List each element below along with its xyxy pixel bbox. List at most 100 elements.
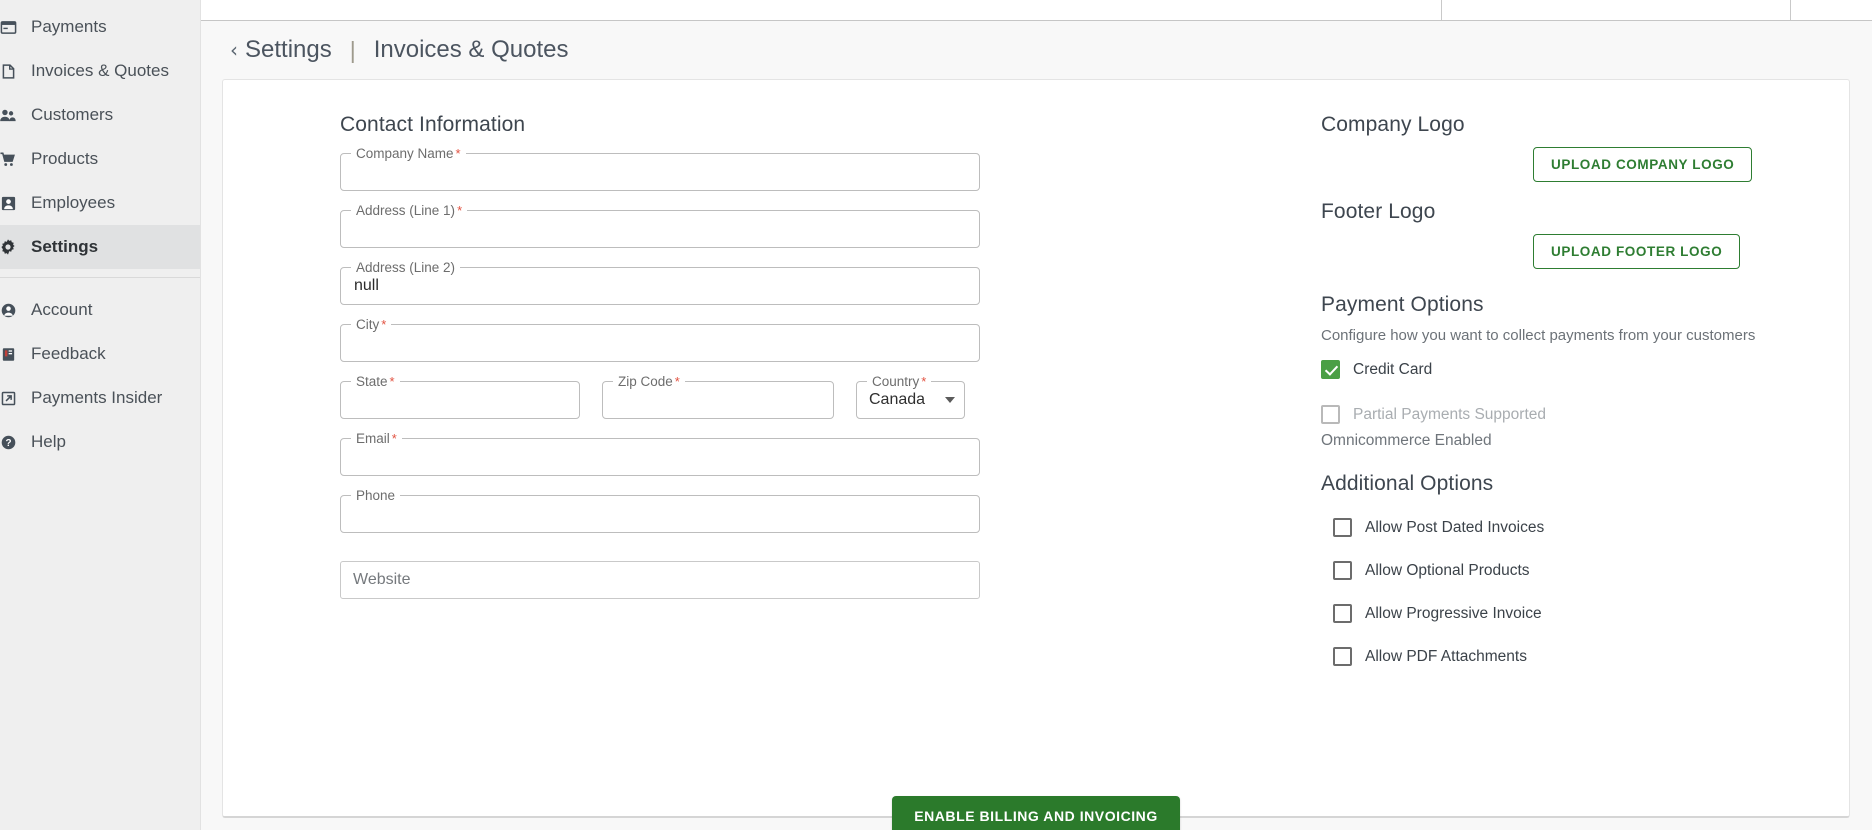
breadcrumb-separator: | — [349, 36, 356, 63]
external-link-icon — [0, 390, 22, 407]
sidebar-item-account[interactable]: Account — [0, 288, 200, 332]
phone-label: Phone — [351, 488, 401, 503]
partial-payments-option-row: Partial Payments Supported — [1321, 405, 1841, 424]
payment-options-title: Payment Options — [1321, 293, 1484, 316]
sidebar-item-payments-insider[interactable]: Payments Insider — [0, 376, 200, 420]
contact-information-column: Contact Information Company Name * Addres… — [340, 113, 980, 599]
zip-code-field[interactable]: Zip Code * — [602, 374, 834, 419]
address-line2-label: Address (Line 2) — [351, 260, 461, 275]
upload-company-logo-button[interactable]: UPLOAD COMPANY LOGO — [1533, 147, 1753, 182]
app-root: Payments Invoices & Quotes Customers Pro… — [0, 0, 1872, 830]
card-columns: Contact Information Company Name * Addres… — [223, 80, 1849, 830]
help-icon: ? — [0, 434, 22, 451]
company-name-label: Company Name * — [351, 146, 466, 161]
address-line1-label: Address (Line 1) * — [351, 203, 468, 218]
allow-optional-products-row[interactable]: Allow Optional Products — [1333, 561, 1841, 580]
allow-post-dated-invoices-label: Allow Post Dated Invoices — [1365, 518, 1545, 536]
allow-progressive-invoice-checkbox[interactable] — [1333, 604, 1352, 623]
allow-optional-products-label: Allow Optional Products — [1365, 561, 1530, 579]
phone-field[interactable]: Phone — [340, 488, 980, 533]
allow-pdf-attachments-label: Allow PDF Attachments — [1365, 647, 1527, 665]
sidebar-item-products[interactable]: Products — [0, 137, 200, 181]
options-column: Company Logo UPLOAD COMPANY LOGO Footer … — [1321, 113, 1841, 690]
payment-options-block: Payment Options Configure how you want t… — [1321, 293, 1841, 450]
state-zip-country-row: State * Zip Code * Country * Canada — [340, 374, 980, 419]
address-line1-field[interactable]: Address (Line 1) * — [340, 203, 980, 248]
sidebar-item-label: Payments — [31, 17, 107, 36]
website-field[interactable] — [340, 561, 980, 599]
upload-footer-logo-button[interactable]: UPLOAD FOOTER LOGO — [1533, 234, 1741, 269]
sidebar-item-label: Employees — [31, 193, 116, 212]
sidebar-item-label: Help — [31, 432, 66, 451]
credit-card-checkbox[interactable] — [1321, 360, 1340, 379]
company-logo-title: Company Logo — [1321, 113, 1465, 136]
footer-logo-upload-row: UPLOAD FOOTER LOGO — [1321, 234, 1841, 269]
sidebar-item-help[interactable]: ? Help — [0, 420, 200, 464]
required-asterisk: * — [457, 203, 463, 218]
address-line2-field[interactable]: Address (Line 2) — [340, 260, 980, 305]
sidebar-item-label: Feedback — [31, 344, 106, 363]
top-bar-divider-1 — [1441, 0, 1442, 20]
page-title: Invoices & Quotes — [373, 36, 569, 63]
state-label: State * — [351, 374, 400, 389]
account-icon — [0, 302, 22, 319]
employees-icon — [0, 195, 22, 212]
email-label: Email * — [351, 431, 402, 446]
required-asterisk: * — [381, 317, 387, 332]
partial-payments-checkbox — [1321, 405, 1340, 424]
svg-text:?: ? — [5, 438, 11, 449]
contact-information-title: Contact Information — [340, 113, 526, 136]
primary-action-row: ENABLE BILLING AND INVOICING — [223, 796, 1849, 830]
sidebar-item-settings[interactable]: Settings — [0, 225, 200, 269]
email-input[interactable] — [341, 439, 979, 475]
payment-options-subtitle: Configure how you want to collect paymen… — [1321, 327, 1756, 344]
allow-post-dated-invoices-checkbox[interactable] — [1333, 518, 1352, 537]
zip-code-label: Zip Code * — [613, 374, 685, 389]
invoice-icon — [0, 63, 22, 80]
feedback-icon — [0, 346, 22, 363]
city-input[interactable] — [341, 325, 979, 361]
company-name-field[interactable]: Company Name * — [340, 146, 980, 191]
website-input[interactable] — [341, 562, 979, 598]
state-field[interactable]: State * — [340, 374, 580, 419]
sidebar-item-label: Products — [31, 149, 99, 168]
credit-card-label: Credit Card — [1353, 360, 1433, 378]
required-asterisk: * — [391, 431, 397, 446]
sidebar-item-invoices-quotes[interactable]: Invoices & Quotes — [0, 49, 200, 93]
phone-input[interactable] — [341, 496, 979, 532]
footer-logo-block: Footer Logo UPLOAD FOOTER LOGO — [1321, 200, 1841, 269]
country-selected-value: Canada — [869, 391, 926, 408]
sidebar-item-employees[interactable]: Employees — [0, 181, 200, 225]
credit-card-option-row[interactable]: Credit Card — [1321, 360, 1841, 379]
allow-optional-products-checkbox[interactable] — [1333, 561, 1352, 580]
additional-options-block: Additional Options Allow Post Dated Invo… — [1321, 472, 1841, 666]
allow-progressive-invoice-label: Allow Progressive Invoice — [1365, 604, 1542, 622]
sidebar-item-feedback[interactable]: Feedback — [0, 332, 200, 376]
back-chevron-icon[interactable]: ‹ — [230, 40, 238, 60]
allow-pdf-attachments-row[interactable]: Allow PDF Attachments — [1333, 647, 1841, 666]
company-logo-block: Company Logo UPLOAD COMPANY LOGO — [1321, 113, 1841, 182]
breadcrumb: ‹ Settings | Invoices & Quotes — [201, 21, 1872, 79]
main-region: ‹ Settings | Invoices & Quotes Contact I… — [201, 21, 1872, 830]
sidebar-item-payments[interactable]: Payments — [0, 5, 200, 49]
allow-pdf-attachments-checkbox[interactable] — [1333, 647, 1352, 666]
required-asterisk: * — [455, 146, 461, 161]
sidebar-item-label: Payments Insider — [31, 388, 163, 407]
chevron-down-icon[interactable] — [945, 397, 955, 403]
country-field[interactable]: Country * Canada — [856, 374, 965, 419]
top-bar-divider-2 — [1790, 0, 1791, 20]
email-field[interactable]: Email * — [340, 431, 980, 476]
breadcrumb-settings-link[interactable]: Settings — [245, 36, 332, 64]
settings-card: Contact Information Company Name * Addres… — [222, 79, 1850, 830]
payments-icon — [0, 19, 22, 36]
products-cart-icon — [0, 151, 22, 168]
gear-icon — [0, 238, 22, 256]
enable-billing-and-invoicing-button[interactable]: ENABLE BILLING AND INVOICING — [892, 796, 1180, 830]
sidebar-item-customers[interactable]: Customers — [0, 93, 200, 137]
partial-payments-label: Partial Payments Supported — [1353, 405, 1546, 423]
city-field[interactable]: City * — [340, 317, 980, 362]
allow-post-dated-invoices-row[interactable]: Allow Post Dated Invoices — [1333, 518, 1841, 537]
allow-progressive-invoice-row[interactable]: Allow Progressive Invoice — [1333, 604, 1841, 623]
city-label: City * — [351, 317, 392, 332]
omnicommerce-note: Omnicommerce Enabled — [1321, 432, 1492, 449]
